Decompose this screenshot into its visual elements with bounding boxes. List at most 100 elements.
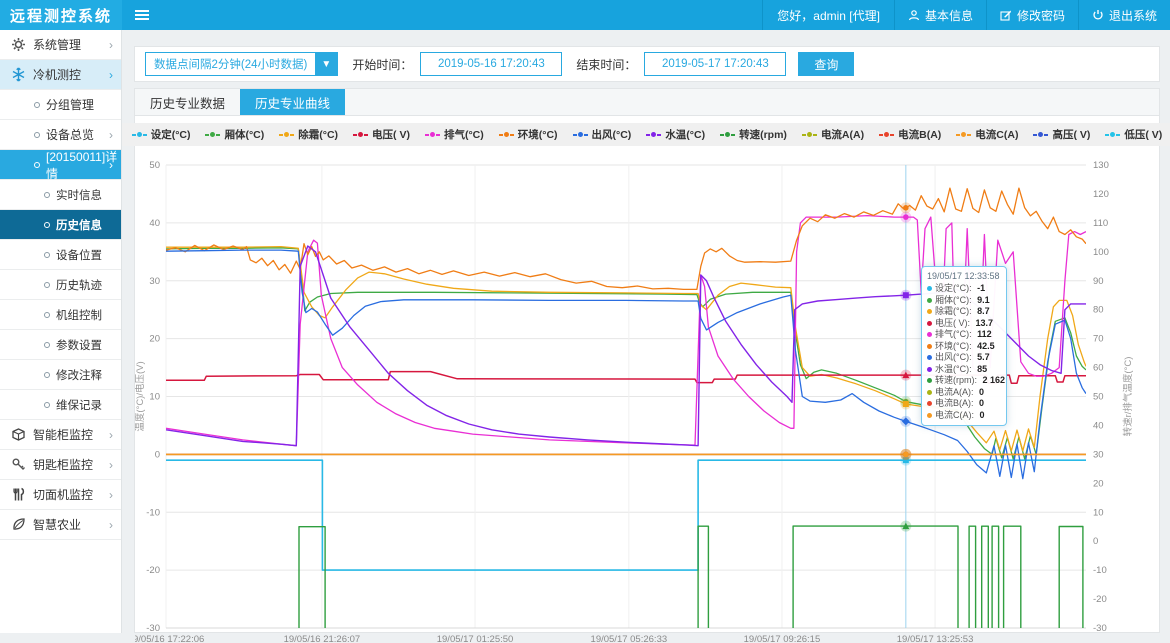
header-menu-item-2[interactable]: 退出系统 bbox=[1078, 0, 1170, 30]
sidebar-item-label: 实时信息 bbox=[56, 187, 102, 203]
power-icon bbox=[1092, 9, 1104, 21]
sidebar-item-label: 钥匙柜监控 bbox=[33, 456, 93, 473]
sidebar-item-3[interactable]: 设备总览› bbox=[0, 120, 121, 150]
sidebar-item-label: 切面机监控 bbox=[33, 486, 93, 503]
svg-text:40: 40 bbox=[149, 218, 160, 229]
svg-text:19/05/16 17:22:06: 19/05/16 17:22:06 bbox=[135, 634, 204, 643]
sidebar-item-11[interactable]: 修改注释 bbox=[0, 360, 121, 390]
series-dot-icon bbox=[927, 367, 932, 372]
start-time-label: 开始时间： bbox=[352, 56, 412, 73]
svg-text:20: 20 bbox=[149, 334, 160, 345]
sidebar-item-14[interactable]: 钥匙柜监控 › bbox=[0, 450, 121, 480]
chart-tooltip: 19/05/17 12:33:58 设定(°C): -1厢体(°C): 9.1除… bbox=[921, 266, 1007, 426]
bullet-icon bbox=[44, 222, 50, 228]
bullet-icon bbox=[44, 282, 50, 288]
series-dot-icon bbox=[927, 401, 932, 406]
series-dot-icon bbox=[927, 286, 932, 291]
query-button[interactable]: 查询 bbox=[798, 52, 854, 76]
sidebar-item-label: 设备位置 bbox=[56, 247, 102, 263]
legend-item-8[interactable]: 转速(rpm) bbox=[720, 127, 787, 142]
sidebar-item-label: 历史信息 bbox=[56, 217, 102, 233]
svg-text:40: 40 bbox=[1093, 420, 1104, 431]
hamburger-icon bbox=[135, 8, 149, 22]
sidebar-item-2[interactable]: 分组管理 bbox=[0, 90, 121, 120]
svg-text:19/05/17 01:25:50: 19/05/17 01:25:50 bbox=[437, 634, 514, 643]
tab-history-curve[interactable]: 历史专业曲线 bbox=[240, 89, 345, 115]
sidebar-item-15[interactable]: 切面机监控› bbox=[0, 480, 121, 510]
sidebar-item-4[interactable]: [20150011]详情› bbox=[0, 150, 121, 180]
legend-item-10[interactable]: 电流B(A) bbox=[879, 127, 941, 142]
tooltip-row-10: 电流B(A): 0 bbox=[927, 398, 1001, 410]
legend-item-11[interactable]: 电流C(A) bbox=[956, 127, 1018, 142]
sidebar-item-16[interactable]: 智慧农业› bbox=[0, 510, 121, 540]
sidebar-item-label: 冷机测控 bbox=[33, 66, 81, 83]
tab-history-data[interactable]: 历史专业数据 bbox=[135, 89, 240, 115]
sidebar-item-1[interactable]: 冷机测控› bbox=[0, 60, 121, 90]
tooltip-row-0: 设定(°C): -1 bbox=[927, 283, 1001, 295]
legend-item-2[interactable]: 除霜(°C) bbox=[279, 127, 338, 142]
bullet-icon bbox=[34, 102, 40, 108]
legend-item-0[interactable]: 设定(°C) bbox=[132, 127, 191, 142]
sidebar-nav: 系统管理›冷机测控›分组管理设备总览›[20150011]详情›实时信息历史信息… bbox=[0, 30, 122, 633]
chevron-right-icon: › bbox=[109, 428, 113, 442]
tab-bar: 历史专业数据 历史专业曲线 bbox=[135, 89, 1159, 116]
header-menu-item-1[interactable]: 修改密码 bbox=[986, 0, 1078, 30]
snowflake-icon bbox=[11, 67, 26, 82]
legend-item-6[interactable]: 出风(°C) bbox=[573, 127, 632, 142]
edit-icon bbox=[1000, 9, 1012, 21]
tooltip-row-9: 电流A(A): 0 bbox=[927, 387, 1001, 399]
legend-item-1[interactable]: 厢体(°C) bbox=[205, 127, 264, 142]
legend-item-5[interactable]: 环境(°C) bbox=[499, 127, 558, 142]
svg-text:80: 80 bbox=[1093, 305, 1104, 316]
legend-marker-icon bbox=[425, 132, 440, 137]
sidebar-item-7[interactable]: 设备位置 bbox=[0, 240, 121, 270]
legend-item-7[interactable]: 水温(°C) bbox=[646, 127, 705, 142]
legend-item-9[interactable]: 电流A(A) bbox=[802, 127, 864, 142]
series-dot-icon bbox=[927, 332, 932, 337]
sidebar-item-label: 设备总览 bbox=[46, 126, 94, 143]
svg-text:30: 30 bbox=[149, 276, 160, 287]
interval-select[interactable]: 数据点间隔2分钟(24小时数据) ▼ bbox=[145, 52, 338, 76]
sidebar-item-5[interactable]: 实时信息 bbox=[0, 180, 121, 210]
sidebar-item-13[interactable]: 智能柜监控 › bbox=[0, 420, 121, 450]
sidebar-item-8[interactable]: 历史轨迹 bbox=[0, 270, 121, 300]
legend-item-13[interactable]: 低压( V) bbox=[1105, 127, 1162, 142]
start-time-input[interactable] bbox=[420, 52, 562, 76]
legend-item-4[interactable]: 排气(°C) bbox=[425, 127, 484, 142]
chevron-right-icon: › bbox=[109, 158, 113, 172]
legend-marker-icon bbox=[499, 132, 514, 137]
sidebar-item-label: 参数设置 bbox=[56, 337, 102, 353]
svg-text:50: 50 bbox=[149, 160, 160, 171]
chevron-down-icon[interactable]: ▼ bbox=[315, 53, 337, 75]
sidebar-item-6[interactable]: 历史信息 bbox=[0, 210, 121, 240]
legend-marker-icon bbox=[802, 132, 817, 137]
main-content: 数据点间隔2分钟(24小时数据) ▼ 开始时间： 结束时间： 查询 历史专业数据… bbox=[122, 30, 1170, 633]
sidebar-item-label: 分组管理 bbox=[46, 96, 94, 113]
header-menu: 基本信息修改密码退出系统 bbox=[894, 0, 1170, 30]
legend-item-12[interactable]: 高压( V) bbox=[1033, 127, 1090, 142]
bullet-icon bbox=[44, 312, 50, 318]
legend-marker-icon bbox=[279, 132, 294, 137]
sidebar-item-label: 智能柜监控 bbox=[33, 426, 93, 443]
tooltip-row-1: 厢体(°C): 9.1 bbox=[927, 295, 1001, 307]
svg-text:-30: -30 bbox=[1093, 623, 1107, 634]
sidebar-item-12[interactable]: 维保记录 bbox=[0, 390, 121, 420]
end-time-input[interactable] bbox=[644, 52, 786, 76]
legend-marker-icon bbox=[132, 132, 147, 137]
svg-text:-30: -30 bbox=[146, 623, 160, 634]
menu-toggle-button[interactable] bbox=[122, 0, 162, 30]
header-menu-item-0[interactable]: 基本信息 bbox=[894, 0, 986, 30]
leaf-icon bbox=[11, 517, 26, 532]
tooltip-row-7: 水温(°C): 85 bbox=[927, 364, 1001, 376]
svg-text:0: 0 bbox=[155, 449, 160, 460]
sidebar-item-0[interactable]: 系统管理› bbox=[0, 30, 121, 60]
chevron-right-icon: › bbox=[109, 518, 113, 532]
chart-legend: 设定(°C) 厢体(°C) 除霜(°C) 电压( V) 排气(°C) 环境(°C) 出风(°… bbox=[120, 123, 1170, 146]
sidebar-item-9[interactable]: 机组控制 bbox=[0, 300, 121, 330]
legend-item-3[interactable]: 电压( V) bbox=[353, 127, 410, 142]
svg-text:19/05/16 21:26:07: 19/05/16 21:26:07 bbox=[284, 634, 361, 643]
tooltip-row-2: 除霜(°C): 8.7 bbox=[927, 306, 1001, 318]
history-curve-chart[interactable]: 19/05/17 12:33:58 设定(°C): -1厢体(°C): 9.1除… bbox=[135, 148, 1159, 643]
sidebar-item-10[interactable]: 参数设置 bbox=[0, 330, 121, 360]
chevron-right-icon: › bbox=[109, 458, 113, 472]
